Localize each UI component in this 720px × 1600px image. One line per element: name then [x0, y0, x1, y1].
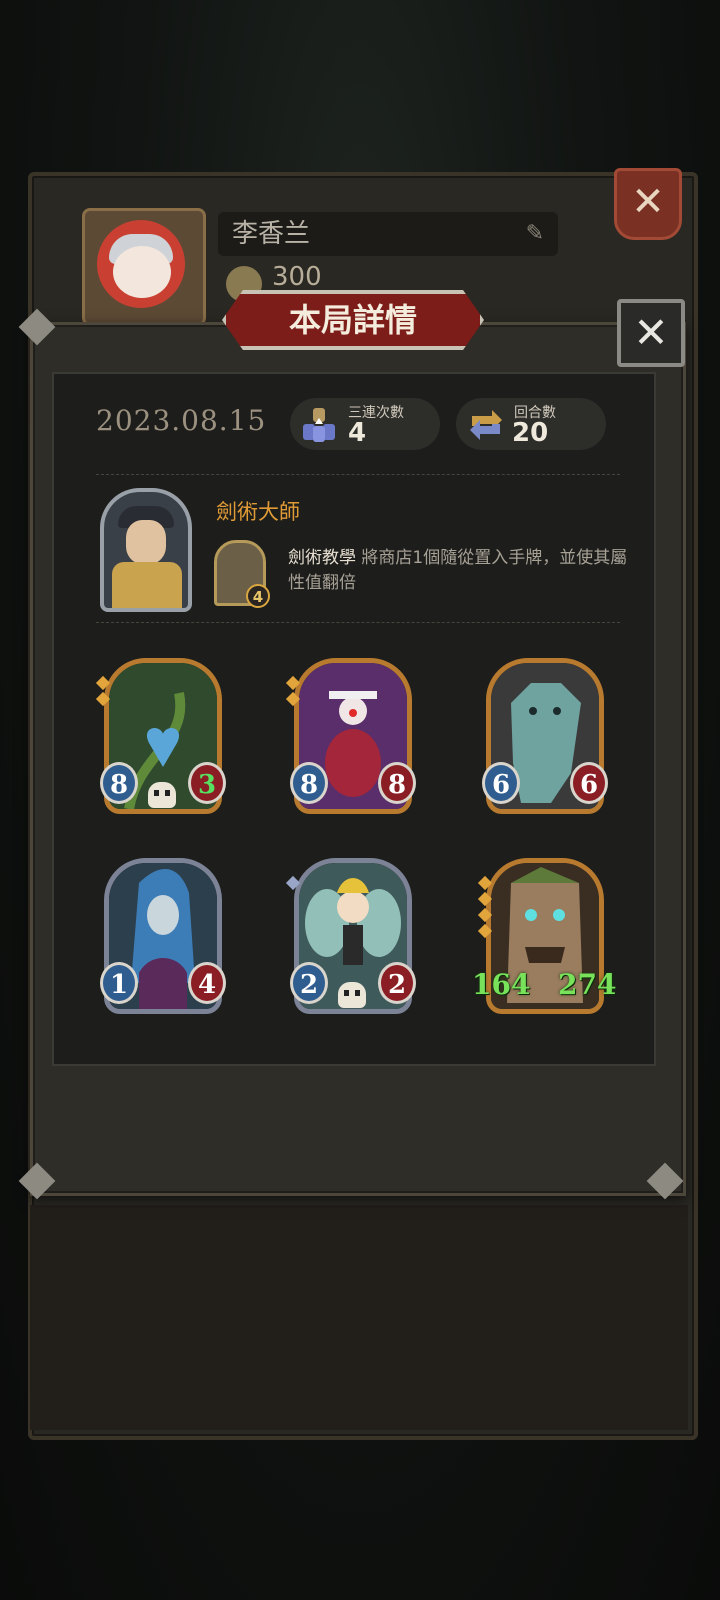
attack-value: 8	[290, 762, 328, 804]
triple-merge-icon	[300, 406, 338, 444]
minion-card[interactable]: 14	[100, 858, 226, 1014]
minion-card[interactable]: 83	[95, 658, 226, 814]
health-value: 274	[558, 968, 617, 1001]
rounds-stat: 回合數 20	[456, 398, 606, 450]
coin-count: 300	[272, 262, 322, 292]
health-value: 2	[378, 962, 416, 1004]
match-date: 2023.08.15	[96, 404, 267, 437]
profile-close-button[interactable]: ✕	[614, 168, 682, 240]
minion-card[interactable]: 22	[285, 858, 416, 1014]
health-value: 4	[188, 962, 226, 1004]
health-value: 8	[378, 762, 416, 804]
health-value: 3	[188, 762, 226, 804]
divider	[96, 474, 620, 475]
health-value: 6	[570, 762, 608, 804]
attack-value: 8	[100, 762, 138, 804]
player-name: 李香兰	[232, 219, 311, 249]
avatar	[97, 220, 185, 308]
hero-name: 劍術大師	[216, 500, 300, 524]
triples-value: 4	[348, 418, 367, 448]
divider	[96, 622, 620, 623]
cycle-arrows-icon	[466, 406, 504, 444]
skill-level-badge: 4	[246, 584, 270, 608]
skull-icon	[148, 782, 176, 808]
attack-value: 1	[100, 962, 138, 1004]
hero-skill-description: 劍術教學 將商店1個隨從置入手牌，並使其屬性值翻倍	[288, 546, 638, 596]
rounds-value: 20	[512, 418, 549, 448]
triples-stat: 三連次數 4	[290, 398, 440, 450]
profile-panel-lower	[30, 1205, 688, 1430]
attack-value: 164	[472, 968, 531, 1001]
hero-portrait[interactable]	[100, 488, 192, 612]
close-button[interactable]: ✕	[617, 299, 685, 367]
skill-name: 劍術教學	[288, 548, 356, 568]
skull-icon	[338, 982, 366, 1008]
player-name-field[interactable]: 李香兰 ✎	[218, 212, 558, 256]
attack-value: 6	[482, 762, 520, 804]
attack-value: 2	[290, 962, 328, 1004]
pencil-icon[interactable]: ✎	[526, 212, 544, 256]
minion-card[interactable]: 88	[285, 658, 416, 814]
minion-card[interactable]: 164 274	[472, 858, 616, 1014]
minion-card[interactable]: 66	[482, 658, 608, 814]
dialog-title: 本局詳情	[288, 301, 417, 339]
